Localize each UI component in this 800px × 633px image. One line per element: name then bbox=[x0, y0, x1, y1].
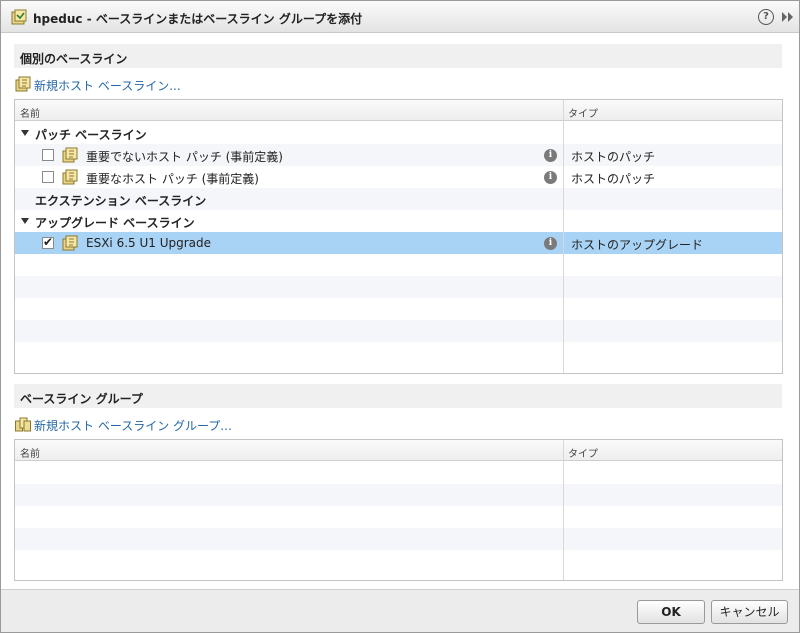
empty-row bbox=[15, 506, 782, 528]
individual-baselines-header: 個別のベースライン bbox=[14, 44, 782, 68]
cancel-button[interactable]: キャンセル bbox=[711, 600, 788, 624]
baseline-type: ホストのアップグレード bbox=[571, 238, 704, 252]
column-header-name[interactable]: 名前 bbox=[20, 105, 40, 120]
baseline-icon bbox=[62, 235, 78, 251]
column-divider[interactable] bbox=[563, 440, 564, 580]
empty-row bbox=[15, 342, 782, 364]
info-icon[interactable]: i bbox=[544, 171, 557, 184]
empty-row bbox=[15, 254, 782, 276]
baseline-groups-grid: 名前 タイプ bbox=[14, 439, 783, 581]
collapse-triangle-icon[interactable] bbox=[21, 218, 29, 224]
attach-baseline-dialog: hpeduc - ベースラインまたはベースライン グループを添付 ? 個別のベー… bbox=[0, 0, 800, 633]
ok-button[interactable]: OK bbox=[637, 600, 705, 624]
new-baseline-group-icon bbox=[15, 417, 31, 432]
baseline-name: ESXi 6.5 U1 Upgrade bbox=[86, 236, 212, 250]
column-header-name[interactable]: 名前 bbox=[20, 445, 40, 460]
grid-header: 名前 タイプ bbox=[15, 100, 782, 121]
empty-row bbox=[15, 462, 782, 484]
empty-row bbox=[15, 276, 782, 298]
baseline-checkbox[interactable] bbox=[42, 149, 54, 161]
grid-header: 名前 タイプ bbox=[15, 440, 782, 461]
baseline-type: ホストのパッチ bbox=[571, 150, 656, 164]
new-baseline-icon bbox=[15, 76, 31, 92]
section-title: 個別のベースライン bbox=[20, 52, 128, 66]
baseline-icon bbox=[62, 169, 78, 185]
column-header-type[interactable]: タイプ bbox=[568, 105, 598, 120]
baseline-groups-header: ベースライン グループ bbox=[14, 384, 782, 408]
title-bar[interactable]: hpeduc - ベースラインまたはベースライン グループを添付 ? bbox=[1, 1, 799, 33]
empty-row bbox=[15, 298, 782, 320]
dialog-title: hpeduc - ベースラインまたはベースライン グループを添付 bbox=[33, 12, 363, 26]
info-icon[interactable]: i bbox=[544, 149, 557, 162]
empty-row bbox=[15, 320, 782, 342]
empty-row bbox=[15, 550, 782, 572]
column-header-type[interactable]: タイプ bbox=[568, 445, 598, 460]
group-label: エクステンション ベースライン bbox=[35, 194, 207, 208]
column-divider[interactable] bbox=[563, 100, 564, 373]
info-icon[interactable]: i bbox=[544, 237, 557, 250]
table-row[interactable]: 重要でないホスト パッチ (事前定義) i ホストのパッチ bbox=[15, 144, 782, 166]
baseline-checkbox[interactable] bbox=[42, 171, 54, 183]
new-host-baseline-label: 新規ホスト ベースライン... bbox=[34, 79, 181, 93]
collapse-triangle-icon[interactable] bbox=[21, 130, 29, 136]
group-label: アップグレード ベースライン bbox=[35, 216, 195, 230]
individual-baselines-grid: 名前 タイプ パッチ ベースライン 重要でないホスト パッチ (事前定義) i … bbox=[14, 99, 783, 374]
baseline-icon bbox=[62, 147, 78, 163]
baseline-checkbox-checked[interactable] bbox=[42, 235, 54, 249]
dialog-footer: OK キャンセル bbox=[1, 589, 799, 632]
update-manager-icon bbox=[11, 9, 27, 25]
baseline-name: 重要なホスト パッチ (事前定義) bbox=[86, 172, 259, 186]
section-title: ベースライン グループ bbox=[20, 392, 143, 406]
new-host-baseline-group-label: 新規ホスト ベースライン グループ... bbox=[34, 419, 232, 433]
group-row-extension[interactable]: エクステンション ベースライン bbox=[15, 188, 782, 210]
table-row-selected[interactable]: ESXi 6.5 U1 Upgrade i ホストのアップグレード bbox=[15, 232, 782, 254]
empty-row bbox=[15, 528, 782, 550]
table-row[interactable]: 重要なホスト パッチ (事前定義) i ホストのパッチ bbox=[15, 166, 782, 188]
group-label: パッチ ベースライン bbox=[35, 128, 147, 142]
empty-row bbox=[15, 484, 782, 506]
baseline-type: ホストのパッチ bbox=[571, 172, 656, 186]
group-row-upgrade[interactable]: アップグレード ベースライン bbox=[15, 210, 782, 232]
group-row-patch[interactable]: パッチ ベースライン bbox=[15, 122, 782, 144]
expand-icon[interactable] bbox=[780, 11, 794, 23]
help-icon[interactable]: ? bbox=[758, 9, 774, 25]
baseline-name: 重要でないホスト パッチ (事前定義) bbox=[86, 150, 283, 164]
